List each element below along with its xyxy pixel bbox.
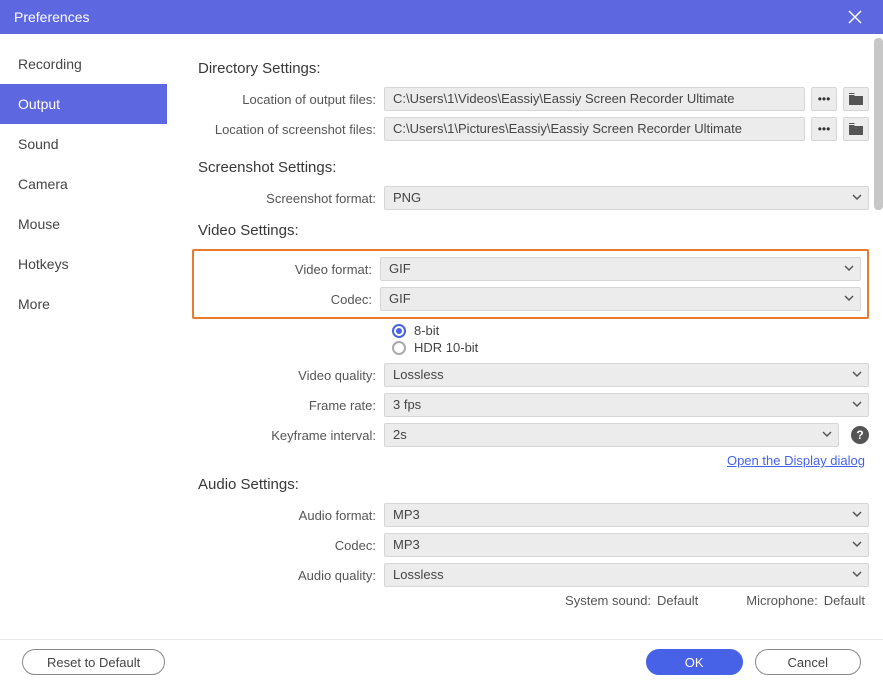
audio-device-status: System sound: Default Microphone: Defaul… <box>198 593 869 608</box>
sidebar-item-hotkeys[interactable]: Hotkeys <box>0 244 167 284</box>
chevron-down-icon <box>843 292 855 307</box>
chevron-down-icon <box>851 568 863 583</box>
ok-button[interactable]: OK <box>646 649 743 675</box>
chevron-down-icon <box>851 508 863 523</box>
screenshot-format-label: Screenshot format: <box>198 191 384 206</box>
chevron-down-icon <box>851 538 863 553</box>
microphone-value: Default <box>824 593 865 608</box>
video-format-dropdown[interactable]: GIF <box>380 257 861 281</box>
chevron-down-icon <box>843 262 855 277</box>
screenshot-format-row: Screenshot format: PNG <box>198 186 869 210</box>
folder-icon <box>849 123 863 135</box>
scrollbar[interactable] <box>874 34 883 639</box>
folder-icon <box>849 93 863 105</box>
screenshot-location-input[interactable]: C:\Users\1\Pictures\Eassiy\Eassiy Screen… <box>384 117 805 141</box>
frame-rate-value: 3 fps <box>393 394 421 416</box>
ellipsis-icon: ••• <box>818 92 831 106</box>
sidebar-item-more[interactable]: More <box>0 284 167 324</box>
video-quality-label: Video quality: <box>198 368 384 383</box>
screenshot-section-title: Screenshot Settings: <box>198 159 869 176</box>
system-sound-label: System sound: <box>565 593 651 608</box>
screenshot-location-more-button[interactable]: ••• <box>811 117 837 141</box>
video-quality-value: Lossless <box>393 364 444 386</box>
sidebar-item-camera[interactable]: Camera <box>0 164 167 204</box>
scrollbar-thumb[interactable] <box>874 38 883 210</box>
bit-depth-8bit-row[interactable]: 8-bit <box>392 323 869 338</box>
sidebar-item-output[interactable]: Output <box>0 84 167 124</box>
audio-codec-value: MP3 <box>393 534 420 556</box>
radio-hdr10-label: HDR 10-bit <box>414 340 478 355</box>
screenshot-format-dropdown[interactable]: PNG <box>384 186 869 210</box>
bit-depth-hdr-row[interactable]: HDR 10-bit <box>392 340 869 355</box>
video-codec-value: GIF <box>389 288 411 310</box>
video-format-row: Video format: GIF <box>200 257 861 281</box>
question-icon: ? <box>856 428 863 442</box>
system-sound-value: Default <box>657 593 698 608</box>
output-location-more-button[interactable]: ••• <box>811 87 837 111</box>
keyframe-row: Keyframe interval: 2s ? <box>198 423 869 447</box>
radio-8bit[interactable] <box>392 324 406 338</box>
audio-format-dropdown[interactable]: MP3 <box>384 503 869 527</box>
cancel-button[interactable]: Cancel <box>755 649 861 675</box>
video-codec-row: Codec: GIF <box>200 287 861 311</box>
audio-codec-label: Codec: <box>198 538 384 553</box>
audio-quality-dropdown[interactable]: Lossless <box>384 563 869 587</box>
chevron-down-icon <box>851 191 863 206</box>
video-codec-highlight: Video format: GIF Codec: GIF <box>192 249 869 319</box>
output-location-row: Location of output files: C:\Users\1\Vid… <box>198 87 869 111</box>
video-quality-row: Video quality: Lossless <box>198 363 869 387</box>
output-location-label: Location of output files: <box>198 92 384 107</box>
audio-format-value: MP3 <box>393 504 420 526</box>
sidebar-item-recording[interactable]: Recording <box>0 44 167 84</box>
keyframe-value: 2s <box>393 424 407 446</box>
audio-quality-value: Lossless <box>393 564 444 586</box>
frame-rate-label: Frame rate: <box>198 398 384 413</box>
sidebar-item-mouse[interactable]: Mouse <box>0 204 167 244</box>
audio-section-title: Audio Settings: <box>198 476 869 493</box>
output-location-open-folder-button[interactable] <box>843 87 869 111</box>
screenshot-location-label: Location of screenshot files: <box>198 122 384 137</box>
ellipsis-icon: ••• <box>818 122 831 136</box>
video-codec-dropdown[interactable]: GIF <box>380 287 861 311</box>
directory-section-title: Directory Settings: <box>198 60 869 77</box>
frame-rate-dropdown[interactable]: 3 fps <box>384 393 869 417</box>
video-codec-label: Codec: <box>200 292 380 307</box>
radio-8bit-label: 8-bit <box>414 323 439 338</box>
main-panel: Directory Settings: Location of output f… <box>168 34 883 639</box>
footer: Reset to Default OK Cancel <box>0 639 883 684</box>
sidebar-item-sound[interactable]: Sound <box>0 124 167 164</box>
keyframe-dropdown[interactable]: 2s <box>384 423 839 447</box>
microphone-label: Microphone: <box>746 593 818 608</box>
video-format-value: GIF <box>389 258 411 280</box>
keyframe-help-button[interactable]: ? <box>851 426 869 444</box>
chevron-down-icon <box>851 398 863 413</box>
audio-format-label: Audio format: <box>198 508 384 523</box>
video-section-title: Video Settings: <box>198 222 869 239</box>
keyframe-label: Keyframe interval: <box>198 428 384 443</box>
chevron-down-icon <box>851 368 863 383</box>
chevron-down-icon <box>821 428 833 443</box>
audio-codec-row: Codec: MP3 <box>198 533 869 557</box>
screenshot-format-value: PNG <box>393 187 421 209</box>
close-button[interactable] <box>841 3 869 31</box>
audio-codec-dropdown[interactable]: MP3 <box>384 533 869 557</box>
audio-format-row: Audio format: MP3 <box>198 503 869 527</box>
screenshot-location-row: Location of screenshot files: C:\Users\1… <box>198 117 869 141</box>
reset-to-default-button[interactable]: Reset to Default <box>22 649 165 675</box>
open-display-dialog-link[interactable]: Open the Display dialog <box>727 453 865 468</box>
titlebar: Preferences <box>0 0 883 34</box>
video-format-label: Video format: <box>200 262 380 277</box>
sidebar: Recording Output Sound Camera Mouse Hotk… <box>0 34 168 639</box>
video-quality-dropdown[interactable]: Lossless <box>384 363 869 387</box>
output-location-input[interactable]: C:\Users\1\Videos\Eassiy\Eassiy Screen R… <box>384 87 805 111</box>
radio-hdr10[interactable] <box>392 341 406 355</box>
close-icon <box>848 10 862 24</box>
display-link-row: Open the Display dialog <box>198 453 869 468</box>
screenshot-location-open-folder-button[interactable] <box>843 117 869 141</box>
audio-quality-row: Audio quality: Lossless <box>198 563 869 587</box>
audio-quality-label: Audio quality: <box>198 568 384 583</box>
frame-rate-row: Frame rate: 3 fps <box>198 393 869 417</box>
window-title: Preferences <box>14 9 841 25</box>
